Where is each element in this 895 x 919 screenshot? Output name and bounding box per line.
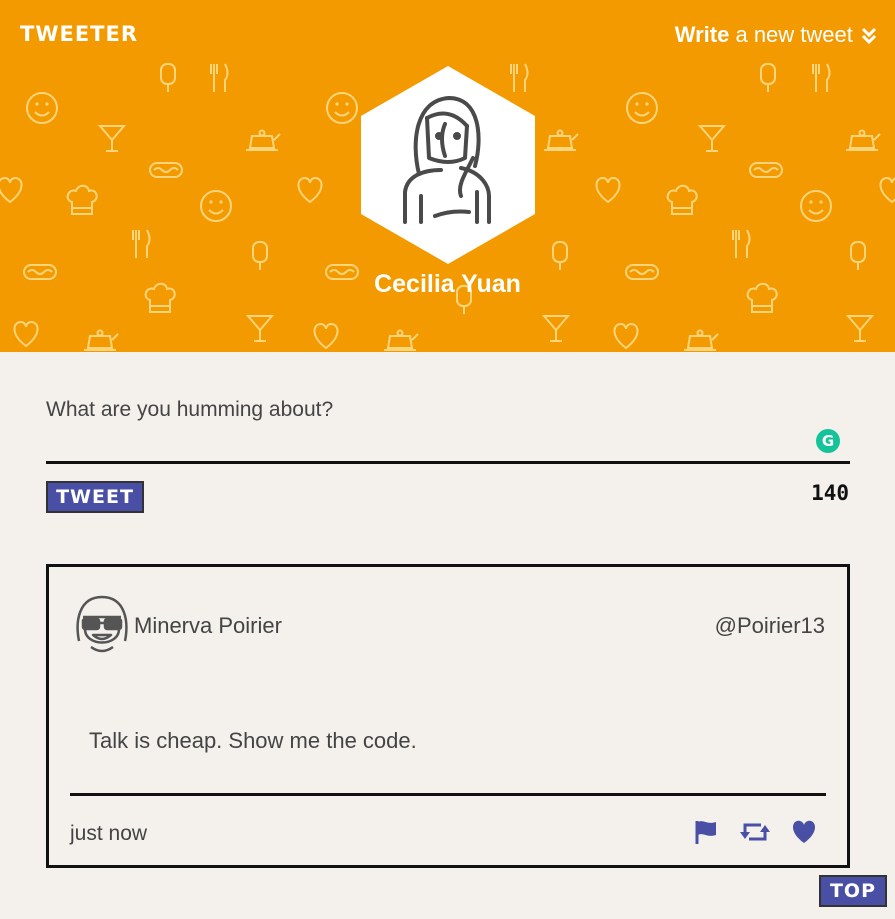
- scroll-top-button[interactable]: TOP: [819, 875, 887, 907]
- heart-icon[interactable]: [791, 819, 817, 845]
- tweet-button[interactable]: TWEET: [46, 481, 144, 513]
- compose-toggle-bold: Write: [674, 22, 730, 47]
- profile-avatar: [361, 66, 535, 264]
- tweet-input[interactable]: [46, 395, 850, 464]
- compose-toggle-text: a new tweet: [729, 22, 853, 47]
- double-chevron-down-icon: [861, 28, 877, 45]
- tweet-card: Minerva Poirier @Poirier13 Talk is cheap…: [46, 564, 850, 868]
- author-avatar: [76, 595, 128, 653]
- grammarly-icon[interactable]: G: [816, 429, 840, 453]
- tweet-text: Talk is cheap. Show me the code.: [89, 728, 417, 753]
- author-handle[interactable]: @Poirier13: [715, 613, 825, 639]
- profile-header: TWEETER Write a new tweet Cecilia Yuan: [0, 0, 895, 352]
- tweet-divider: [70, 793, 826, 796]
- tweet-composer: G: [46, 395, 850, 468]
- author-name[interactable]: Minerva Poirier: [134, 613, 282, 639]
- app-logo[interactable]: TWEETER: [20, 22, 138, 46]
- flag-icon[interactable]: [693, 819, 719, 845]
- char-counter: 140: [811, 481, 849, 505]
- profile-name: Cecilia Yuan: [374, 270, 521, 298]
- tweet-timestamp: just now: [70, 822, 148, 845]
- write-new-tweet-toggle[interactable]: Write a new tweet: [675, 22, 877, 48]
- retweet-icon[interactable]: [739, 819, 771, 845]
- tweet-actions: [693, 819, 817, 845]
